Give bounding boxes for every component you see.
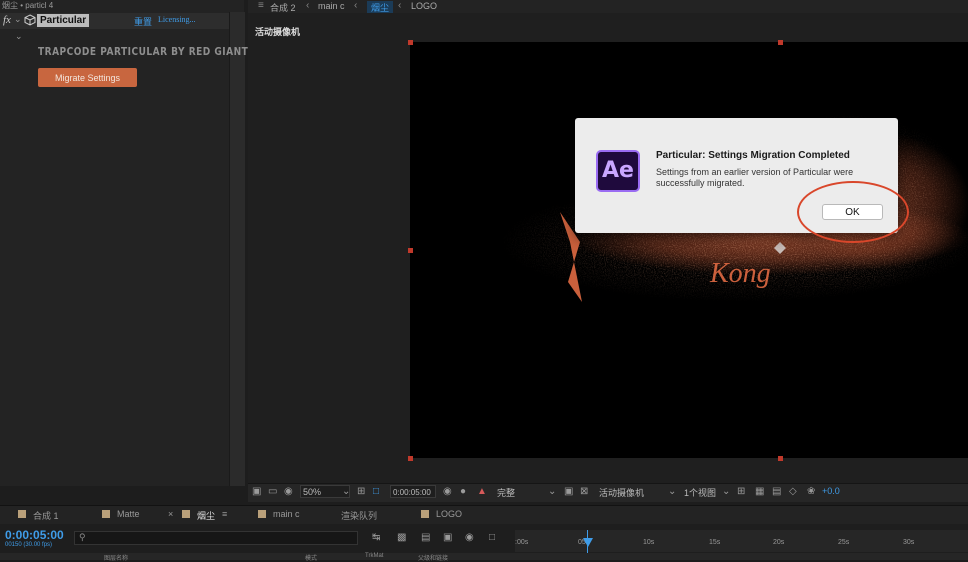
comp-color-swatch <box>182 510 190 518</box>
breadcrumb-logo[interactable]: LOGO <box>411 1 437 11</box>
view-layout-select[interactable]: 1个视图 <box>684 486 716 499</box>
particle-render: Kong <box>410 42 968 458</box>
column-layer-name: 图层名称 <box>104 556 129 562</box>
shy-layers-icon[interactable]: ▤ <box>421 532 430 543</box>
comp-color-swatch <box>18 510 26 518</box>
timeline-tab-bar <box>0 505 968 525</box>
timeline-tab-smoke[interactable]: 烟尘 <box>197 509 215 522</box>
panel-title: 烟尘 • particl 4 <box>2 1 54 10</box>
fx-toggle-icon[interactable]: fx <box>3 14 11 26</box>
transform-handle[interactable] <box>408 456 413 461</box>
graph-editor-icon[interactable]: □ <box>489 532 495 543</box>
chevron-down-icon: ⌄ <box>548 486 557 497</box>
licensing-link[interactable]: Licensing... <box>158 15 196 24</box>
transparency-grid-icon[interactable]: ⊠ <box>580 486 588 497</box>
ruler-label: 30s <box>903 539 915 546</box>
active-camera-label: 活动摄像机 <box>255 27 301 37</box>
chevron-down-icon: ⌄ <box>342 486 351 497</box>
timeline-tab-matte[interactable]: Matte <box>117 509 140 519</box>
motion-blur-icon[interactable]: ◉ <box>465 532 474 543</box>
chevron-left-icon: ‹ <box>306 0 310 11</box>
chevron-left-icon: ‹ <box>354 0 358 11</box>
monitor-icon[interactable]: ▭ <box>268 486 277 497</box>
cube-icon <box>24 14 36 26</box>
comp-color-swatch <box>102 510 110 518</box>
timeline-tab-logo[interactable]: LOGO <box>436 509 462 519</box>
camera-snapshot-icon[interactable]: ◉ <box>443 486 452 497</box>
exposure-reset-icon[interactable]: ❀ <box>807 486 815 497</box>
comp-color-swatch <box>421 510 429 518</box>
chevron-left-icon: ‹ <box>398 0 402 11</box>
tab-menu-icon[interactable]: ≡ <box>222 509 227 519</box>
toggle-pixel-aspect-icon[interactable]: ⊞ <box>737 486 745 497</box>
lock-icon[interactable]: ≡ <box>258 0 264 11</box>
comp-mini-flowchart-icon[interactable]: ↹ <box>372 532 380 543</box>
resolution-select[interactable]: 完整 <box>497 486 515 499</box>
current-time-display[interactable]: 0:00:05:00 <box>5 528 64 542</box>
draft-3d-icon[interactable]: ▩ <box>397 532 406 543</box>
timeline-tab-render-queue[interactable]: 渲染队列 <box>341 509 377 522</box>
flowchart-icon[interactable]: ◇ <box>789 486 797 497</box>
timeline-tab-comp-1[interactable]: 合成 1 <box>33 509 59 522</box>
plugin-title: TRAPCODE PARTICULAR BY RED GIANT <box>38 45 249 58</box>
reset-link[interactable]: 重置 <box>134 15 152 28</box>
transform-handle[interactable] <box>778 40 783 45</box>
playhead-icon[interactable] <box>583 538 593 547</box>
ruler-label: 10s <box>643 539 655 546</box>
composition-canvas[interactable]: Kong <box>410 42 968 458</box>
after-effects-icon: Ae <box>596 150 640 192</box>
color-channel-icon[interactable]: ▲ <box>477 486 487 497</box>
highlight-annotation-circle <box>797 181 909 243</box>
frame-info: 00150 (30.00 fps) <box>5 542 53 548</box>
region-of-interest-icon[interactable]: □ <box>373 486 379 497</box>
frame-blending-icon[interactable]: ▣ <box>443 532 452 543</box>
breadcrumb-main-c[interactable]: main c <box>318 1 345 11</box>
dialog-title: Particular: Settings Migration Completed <box>656 150 850 161</box>
close-tab-icon[interactable]: × <box>168 509 173 519</box>
ruler-label: 25s <box>838 539 850 546</box>
expand-chevron-icon[interactable]: ⌄ <box>15 31 23 42</box>
transform-handle[interactable] <box>408 248 413 253</box>
search-icon: ⚲ <box>79 532 86 542</box>
layer-search-input[interactable]: ⚲ <box>74 531 358 545</box>
column-trkmat: TrkMat <box>365 553 384 559</box>
column-mode: 模式 <box>305 556 318 562</box>
always-preview-icon[interactable]: ▣ <box>252 486 261 497</box>
current-time-field[interactable]: 0:00:05:00 <box>390 485 436 498</box>
comp-text: Kong <box>709 258 771 289</box>
camera-view-select[interactable]: 活动摄像机 <box>599 486 644 499</box>
mask-icon[interactable]: ◉ <box>284 486 293 497</box>
timeline-tab-main-c[interactable]: main c <box>273 509 300 519</box>
column-parent: 父级和链接 <box>418 556 449 562</box>
fast-preview-icon[interactable]: ▣ <box>564 486 573 497</box>
grid-icon[interactable]: ⊞ <box>357 486 365 497</box>
show-snapshot-icon[interactable]: ● <box>460 486 466 497</box>
ruler-label: :00s <box>515 539 529 546</box>
chevron-down-icon: ⌄ <box>668 486 677 497</box>
timeline-icon[interactable]: ▤ <box>772 486 781 497</box>
chevron-down-icon: ⌄ <box>722 486 731 497</box>
comp-color-swatch <box>258 510 266 518</box>
ruler-label: 15s <box>709 539 721 546</box>
layer-column-header <box>0 553 968 560</box>
transform-handle[interactable] <box>408 40 413 45</box>
collapse-chevron-icon[interactable]: ⌄ <box>14 14 22 25</box>
exposure-value[interactable]: +0.0 <box>822 486 840 496</box>
effect-name-label[interactable]: Particular <box>37 14 90 27</box>
migrate-settings-button[interactable]: Migrate Settings <box>38 68 137 87</box>
panel-scrollbar[interactable] <box>229 12 245 486</box>
comp-flowchart-icon[interactable]: ▦ <box>755 486 764 497</box>
transform-handle[interactable] <box>778 456 783 461</box>
ruler-label: 20s <box>773 539 785 546</box>
